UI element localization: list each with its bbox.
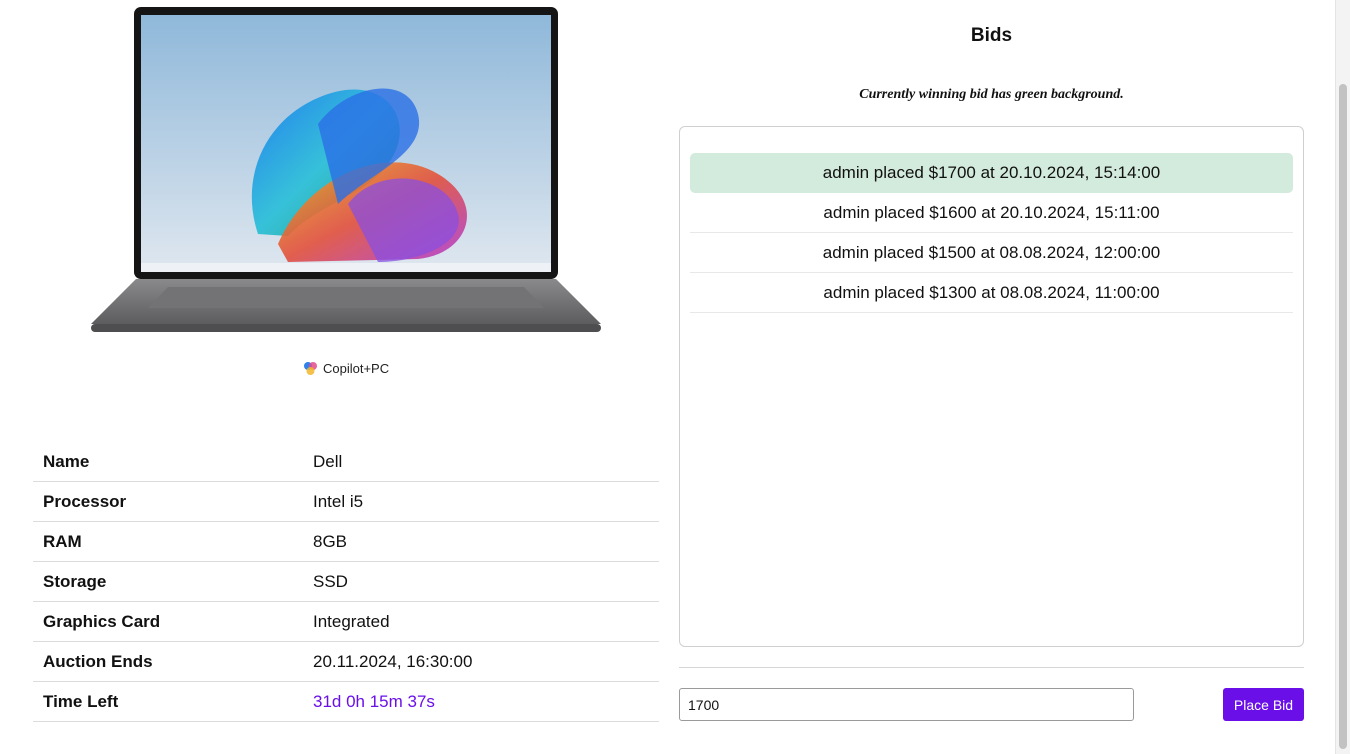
bid-history-panel[interactable]: admin placed $1700 at 20.10.2024, 15:14:… [679,126,1304,647]
spec-row-processor: Processor Intel i5 [33,481,659,522]
spec-value: 8GB [303,521,659,562]
product-image [91,7,601,332]
spec-label: Auction Ends [33,641,303,682]
bid-item: admin placed $1500 at 08.08.2024, 12:00:… [690,233,1293,273]
bid-form-divider [679,667,1304,668]
spec-row-auction-ends: Auction Ends 20.11.2024, 16:30:00 [33,641,659,682]
bid-item: admin placed $1600 at 20.10.2024, 15:11:… [690,193,1293,233]
spec-row-time-left: Time Left 31d 0h 15m 37s [33,681,659,722]
spec-label: Name [33,442,303,482]
spec-row-graphics-card: Graphics Card Integrated [33,601,659,642]
copilot-pc-badge: Copilot+PC [303,358,389,378]
spec-row-ram: RAM 8GB [33,521,659,562]
spec-row-storage: Storage SSD [33,561,659,602]
bids-note: Currently winning bid has green backgrou… [859,87,1124,102]
bid-item: admin placed $1300 at 08.08.2024, 11:00:… [690,273,1293,313]
bid-amount-input[interactable] [679,688,1134,721]
spec-label: Time Left [33,681,303,722]
bid-item-winning: admin placed $1700 at 20.10.2024, 15:14:… [690,153,1293,193]
copilot-logo-icon [304,361,317,375]
bids-heading: Bids [970,25,1013,46]
spec-label: RAM [33,521,303,562]
bid-list: admin placed $1700 at 20.10.2024, 15:14:… [680,127,1303,313]
product-specs-table: Name Dell Processor Intel i5 RAM 8GB Sto… [33,442,659,722]
spec-label: Storage [33,561,303,602]
spec-value: Dell [303,442,659,482]
spec-value: Intel i5 [303,481,659,522]
spec-label: Graphics Card [33,601,303,642]
spec-row-name: Name Dell [33,442,659,482]
page-scrollbar[interactable] [1335,0,1350,754]
scrollbar-thumb[interactable] [1339,84,1347,749]
spec-value: 20.11.2024, 16:30:00 [303,641,659,682]
copilot-badge-label: Copilot+PC [323,360,390,376]
place-bid-button[interactable]: Place Bid [1223,688,1304,721]
time-left-countdown: 31d 0h 15m 37s [303,681,659,722]
spec-value: SSD [303,561,659,602]
spec-value: Integrated [303,601,659,642]
spec-label: Processor [33,481,303,522]
